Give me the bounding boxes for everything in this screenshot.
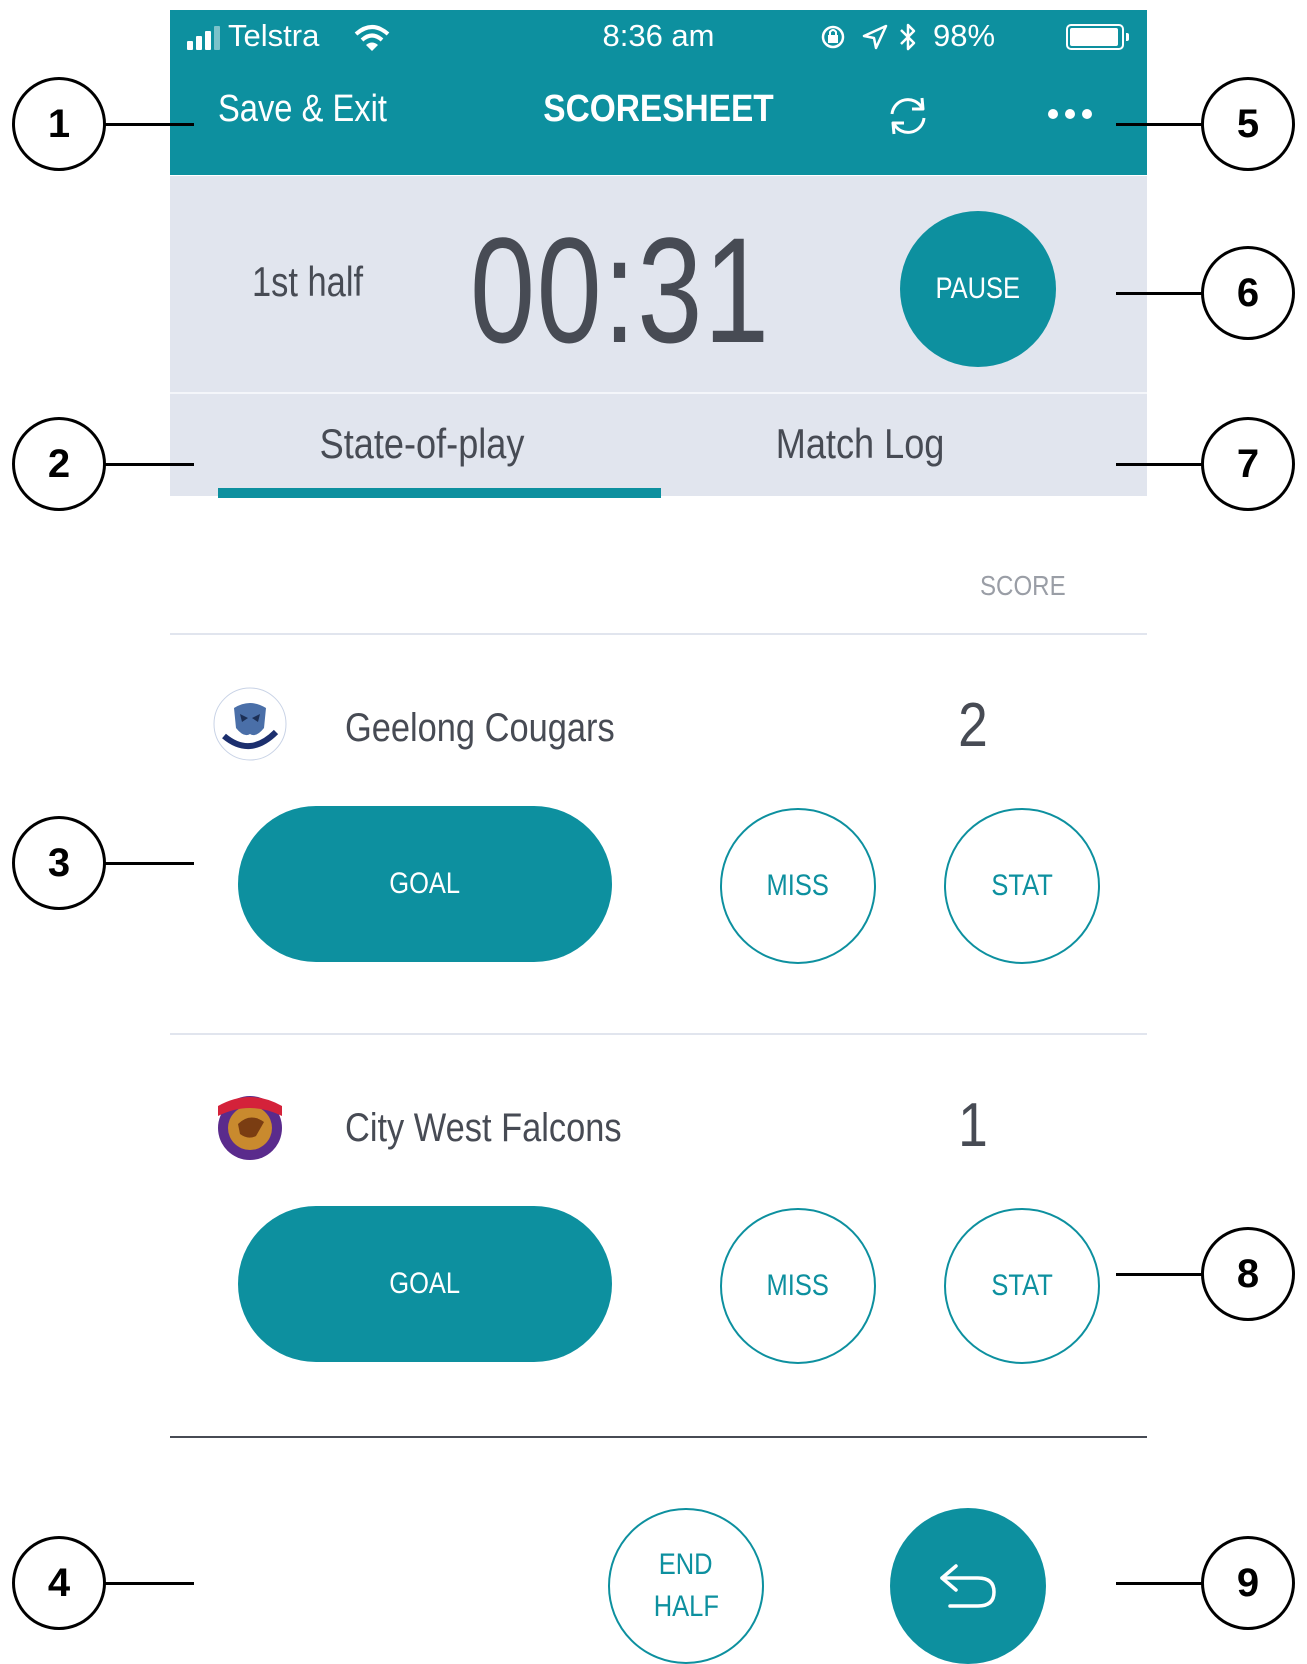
orientation-lock-icon (821, 25, 845, 49)
footer-divider (170, 1436, 1147, 1438)
miss-button[interactable]: MISS (720, 808, 876, 964)
end-half-label-line1: END (659, 1548, 713, 1581)
undo-icon (940, 1564, 996, 1608)
team-name: Geelong Cougars (345, 706, 615, 750)
active-tab-indicator (218, 488, 661, 498)
tab-label: State-of-play (319, 420, 525, 467)
bluetooth-icon (900, 23, 916, 51)
tab-label: Match Log (775, 420, 945, 467)
callout-leader (1116, 123, 1203, 126)
status-time: 8:36 am (602, 18, 715, 53)
score-column-header: SCORE (980, 570, 1066, 601)
battery-icon (1066, 24, 1129, 50)
callout-leader (104, 862, 194, 865)
callout-marker: 8 (1201, 1227, 1295, 1321)
callout-marker: 2 (12, 417, 106, 511)
end-half-button[interactable]: END HALF (608, 1508, 764, 1664)
tab-match-log[interactable]: Match Log (640, 420, 1080, 468)
callout-marker: 6 (1201, 246, 1295, 340)
callout-marker: 7 (1201, 417, 1295, 511)
page-title: SCORESHEET (543, 88, 774, 130)
refresh-icon[interactable] (886, 94, 930, 138)
callout-marker: 1 (12, 77, 106, 171)
callout-marker: 9 (1201, 1536, 1295, 1630)
miss-button-label: MISS (766, 1269, 830, 1302)
stat-button-label: STAT (991, 869, 1053, 902)
callout-marker: 4 (12, 1536, 106, 1630)
goal-button[interactable]: GOAL (238, 806, 612, 962)
callout-leader (1116, 292, 1203, 295)
callout-leader (1116, 463, 1203, 466)
team-score: 2 (958, 691, 988, 760)
goal-button-label: GOAL (389, 1267, 461, 1300)
tab-divider (170, 392, 1147, 394)
divider (170, 633, 1147, 635)
location-icon (862, 24, 888, 50)
miss-button[interactable]: MISS (720, 1208, 876, 1364)
end-half-label-line2: HALF (653, 1590, 719, 1623)
stat-button-label: STAT (991, 1269, 1053, 1302)
divider (170, 1033, 1147, 1035)
phone-screen: Telstra 8:36 am 98% Save & Exit SCORESHE… (170, 10, 1147, 1664)
goal-button[interactable]: GOAL (238, 1206, 612, 1362)
pause-button[interactable]: PAUSE (900, 211, 1056, 367)
callout-leader (104, 463, 194, 466)
callout-leader (104, 1582, 194, 1585)
callout-leader (1116, 1582, 1203, 1585)
team-score: 1 (958, 1091, 988, 1160)
miss-button-label: MISS (766, 869, 830, 902)
stat-button[interactable]: STAT (944, 1208, 1100, 1364)
goal-button-label: GOAL (389, 867, 461, 900)
match-clock: 00:31 (470, 206, 771, 374)
period-label: 1st half (252, 258, 364, 305)
tab-state-of-play[interactable]: State-of-play (202, 420, 642, 468)
stat-button[interactable]: STAT (944, 808, 1100, 964)
more-dots-icon[interactable] (1048, 98, 1094, 128)
pause-button-label: PAUSE (935, 272, 1021, 305)
timer-panel: 1st half 00:31 PAUSE State-of-play Match… (170, 176, 1147, 498)
callout-leader (1116, 1273, 1203, 1276)
falcons-logo (218, 1096, 282, 1160)
team-name: City West Falcons (345, 1106, 622, 1150)
callout-marker: 3 (12, 816, 106, 910)
callout-marker: 5 (1201, 77, 1295, 171)
header-bar: Telstra 8:36 am 98% Save & Exit SCORESHE… (170, 10, 1147, 175)
battery-percent: 98% (933, 18, 996, 53)
callout-leader (104, 123, 194, 126)
undo-button[interactable] (890, 1508, 1046, 1664)
cougars-logo (213, 687, 287, 761)
